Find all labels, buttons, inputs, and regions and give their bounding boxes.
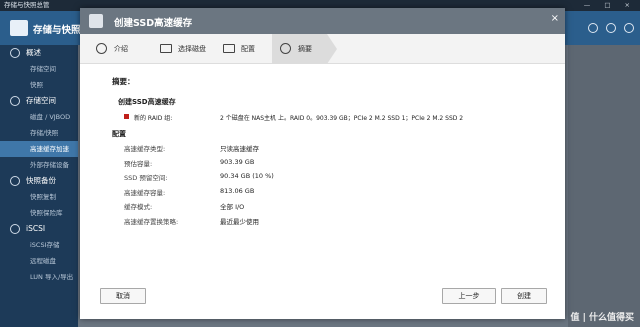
summary-title: 摘要： [112,77,135,86]
step-arrow-icon [327,34,337,64]
config-row: 高速缓存置换策略: 最近最少使用 [124,217,259,226]
settings-icon[interactable] [606,23,616,33]
raid-status-icon [124,114,129,119]
create-button[interactable]: 创建 [501,288,547,304]
window-title: 存储与快照总管 [4,1,50,9]
help-icon[interactable] [624,23,634,33]
create-ssd-cache-dialog: 创建SSD高速缓存 × 介绍 选择磁盘 配置 摘要 摘要： 创建SSD高速缓存 … [80,8,565,319]
check-icon [280,43,291,54]
sidebar-item-lun-import-export[interactable]: LUN 导入/导出 [0,269,78,285]
summary-content: 摘要： 创建SSD高速缓存 新的 RAID 组: 2 个磁盘在 NAS主机 上。… [112,74,552,229]
cache-app-icon [89,14,103,28]
dialog-titlebar: 创建SSD高速缓存 × [80,8,565,34]
background-content [568,45,640,327]
window-controls[interactable]: — □ × [584,0,636,11]
storage-app-icon [10,20,28,36]
info-icon [96,43,107,54]
iscsi-icon [10,224,20,234]
sidebar-item-iscsi-storage[interactable]: iSCSI存储 [0,237,78,253]
sidebar-item-cache-acceleration[interactable]: 高速缓存加速 [0,141,78,157]
close-icon[interactable]: × [551,13,559,24]
dialog-title: 创建SSD高速缓存 [114,18,193,29]
config-row: 高速缓存类型: 只读高速缓存 [124,145,259,153]
config-row: 缓存模式: 全部 I/O [124,203,245,212]
sidebar-section-snapshot-backup[interactable]: 快照备份 [0,173,78,189]
step-select-disks: 选择磁盘 [160,34,230,64]
app-title: 存储与快照 [33,25,81,36]
storage-icon [10,96,20,106]
config-row: 高速缓存容量: 813.06 GB [124,186,255,197]
step-intro: 介绍 [96,34,156,64]
config-section-heading: 配置 [112,130,126,138]
create-section-heading: 创建SSD高速缓存 [118,98,176,106]
sidebar-section-iscsi[interactable]: iSCSI [0,221,78,237]
sidebar-item-storage-space[interactable]: 存储空间 [0,61,78,77]
sidebar-section-overview[interactable]: 概述 [0,45,78,61]
config-row: SSD 预留空间: 90.34 GB (10 %) [124,172,274,183]
header-icons [588,23,634,33]
raid-label: 新的 RAID 组: [134,115,173,122]
snapshot-backup-icon [10,176,20,186]
raid-group-row: 新的 RAID 组: 2 个磁盘在 NAS主机 上。RAID 0。903.39 … [112,111,552,125]
sidebar-item-remote-disk[interactable]: 远程磁盘 [0,253,78,269]
wizard-steps: 介绍 选择磁盘 配置 摘要 [80,34,565,64]
raid-value: 2 个磁盘在 NAS主机 上。RAID 0。903.39 GB；PCIe 2 M… [220,115,464,122]
sidebar-item-snapshot-replica[interactable]: 快照复制 [0,189,78,205]
sidebar-item-snapshot[interactable]: 快照 [0,77,78,93]
sidebar-item-disks[interactable]: 磁盘 / VJBOD [0,109,78,125]
sidebar-item-snapshot-vault[interactable]: 快照保险库 [0,205,78,221]
back-button[interactable]: 上一步 [442,288,496,304]
disk-icon [160,44,172,53]
sidebar-item-external-storage[interactable]: 外部存储设备 [0,157,78,173]
config-icon [223,44,235,53]
sidebar: 概述 存储空间 快照 存储空间 磁盘 / VJBOD 存储/快照 高速缓存加速 … [0,45,78,327]
config-row: 预估容量: 903.39 GB [124,157,255,168]
overview-icon [10,48,20,58]
sidebar-item-storage-snapshot[interactable]: 存储/快照 [0,125,78,141]
cancel-button[interactable]: 取消 [100,288,146,304]
watermark: 值 | 什么值得买 [570,313,634,323]
step-summary: 摘要 [272,34,327,64]
refresh-icon[interactable] [588,23,598,33]
sidebar-section-storage[interactable]: 存储空间 [0,93,78,109]
